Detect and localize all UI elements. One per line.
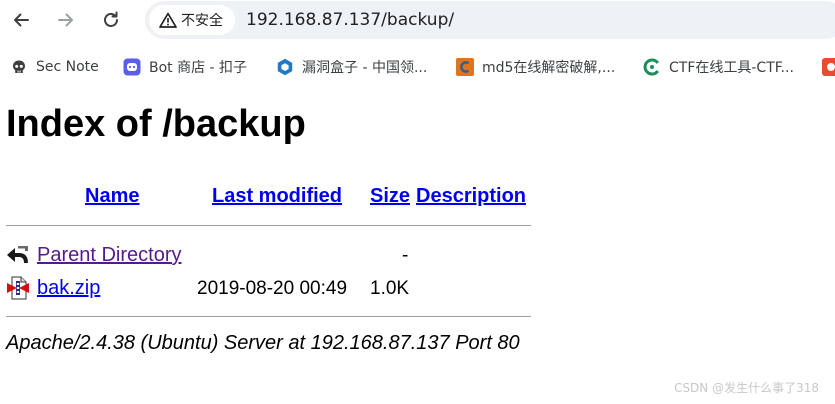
column-header-size[interactable]: Size [370, 185, 410, 208]
bookmark-label: CTF在线工具-CTF... [669, 60, 794, 76]
bot-store-icon [123, 58, 141, 76]
server-signature: Apache/2.4.38 (Ubuntu) Server at 192.168… [6, 332, 520, 354]
bookmark-vulbox[interactable]: 漏洞盒子 - 中国领... [276, 57, 427, 77]
bookmark-label: Sec Note [36, 59, 99, 75]
red-site-icon [822, 58, 835, 76]
bookmark-overflow[interactable] [822, 57, 835, 77]
column-header-description[interactable]: Description [416, 185, 526, 208]
file-link-bak-zip[interactable]: bak.zip [37, 277, 100, 300]
bookmarks-bar: Sec Note Bot 商店 - 扣子 漏洞盒子 - 中国领... md5在线… [0, 48, 835, 86]
compressed-file-icon [6, 276, 30, 300]
vulbox-icon [276, 58, 294, 76]
bookmark-sec-note[interactable]: Sec Note [10, 57, 99, 77]
csdn-watermark: CSDN @发生什么事了318 [674, 381, 819, 395]
arrow-right-icon [58, 13, 73, 27]
url-text[interactable]: 192.168.87.137/backup/ [246, 10, 454, 30]
bookmark-label: Bot 商店 - 扣子 [149, 60, 248, 76]
table-cell-last-modified: 2019-08-20 00:49 [197, 278, 348, 299]
forward-button[interactable] [50, 4, 82, 36]
reload-button[interactable] [95, 4, 127, 36]
parent-directory-link[interactable]: Parent Directory [37, 244, 182, 267]
back-arrow-icon [6, 243, 30, 267]
address-bar[interactable]: 不安全 192.168.87.137/backup/ [145, 1, 835, 39]
arrow-left-icon [14, 13, 29, 27]
bookmark-label: 漏洞盒子 - 中国领... [302, 60, 428, 76]
back-button[interactable] [5, 4, 37, 36]
ctf-tools-icon [643, 58, 661, 76]
table-cell-size: - [402, 245, 409, 266]
security-indicator[interactable]: 不安全 [149, 5, 235, 35]
skull-icon [10, 58, 28, 76]
browser-toolbar: 不安全 192.168.87.137/backup/ [0, 0, 835, 40]
reload-icon [104, 11, 118, 27]
footer-divider [6, 316, 531, 317]
table-cell-size: 1.0K [370, 278, 410, 299]
cmd5-icon [456, 58, 474, 76]
warning-triangle-icon [159, 12, 177, 28]
security-label: 不安全 [181, 13, 223, 29]
bookmark-cmd5[interactable]: md5在线解密破解,... [456, 57, 615, 77]
bookmark-label: md5在线解密破解,... [482, 60, 616, 76]
header-divider [6, 225, 531, 226]
column-header-last-modified[interactable]: Last modified [212, 185, 342, 208]
column-header-name[interactable]: Name [85, 185, 139, 208]
page-title: Index of /backup [6, 103, 306, 145]
bookmark-ctf-tools[interactable]: CTF在线工具-CTF... [643, 57, 794, 77]
bookmark-bot-store[interactable]: Bot 商店 - 扣子 [123, 57, 247, 77]
